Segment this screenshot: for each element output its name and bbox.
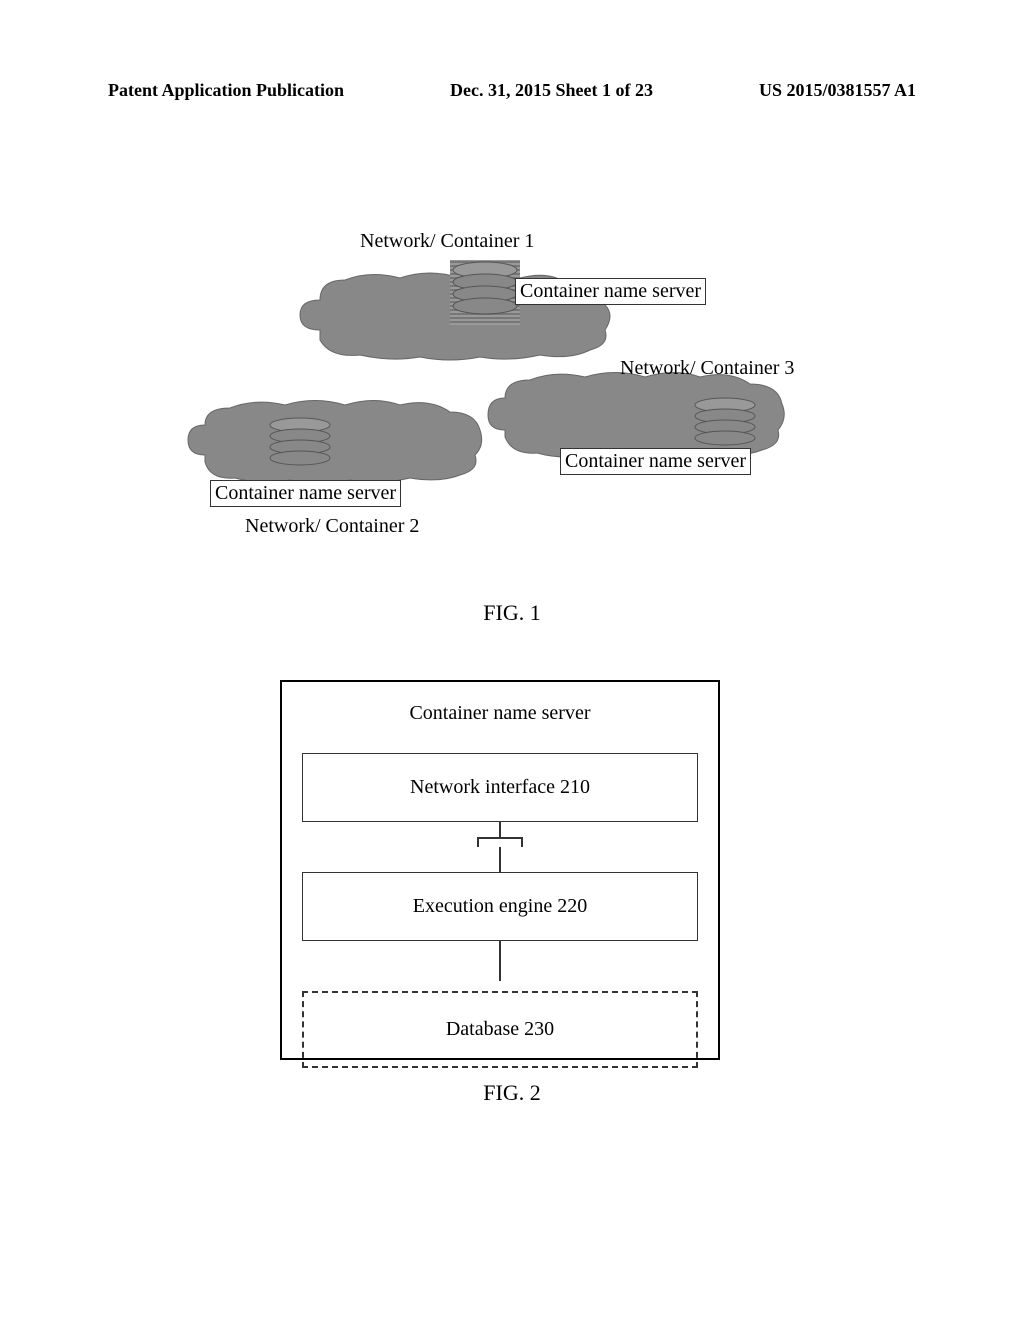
- network-interface-label: Network interface 210: [410, 776, 590, 798]
- figure-2: Container name server Network interface …: [280, 680, 720, 1060]
- db-stack-1: [450, 260, 520, 325]
- header-left: Patent Application Publication: [108, 80, 344, 101]
- cloud-2-label: Network/ Container 2: [245, 515, 419, 538]
- figure-2-title: Container name server: [282, 682, 718, 743]
- network-interface-box: Network interface 210: [302, 753, 698, 822]
- database-box: Database 230: [302, 991, 698, 1068]
- cloud-1-server-label: Container name server: [515, 278, 706, 305]
- figure-2-caption: FIG. 2: [483, 1080, 540, 1106]
- execution-engine-box: Execution engine 220: [302, 872, 698, 941]
- figure-1-caption: FIG. 1: [483, 600, 540, 626]
- database-label: Database 230: [446, 1018, 554, 1040]
- cloud-3-server-label: Container name server: [560, 448, 751, 475]
- figure-1: Network/ Container 1 Container name serv…: [200, 230, 850, 550]
- db-stack-2: [265, 415, 335, 475]
- header-center: Dec. 31, 2015 Sheet 1 of 23: [450, 80, 653, 101]
- cloud-1-label: Network/ Container 1: [360, 230, 534, 253]
- header-right: US 2015/0381557 A1: [759, 80, 916, 101]
- db-stack-3: [690, 395, 760, 455]
- cloud-2: [180, 390, 490, 490]
- cloud-3-label: Network/ Container 3: [620, 357, 794, 380]
- execution-engine-label: Execution engine 220: [413, 895, 587, 917]
- cloud-2-server-label: Container name server: [210, 480, 401, 507]
